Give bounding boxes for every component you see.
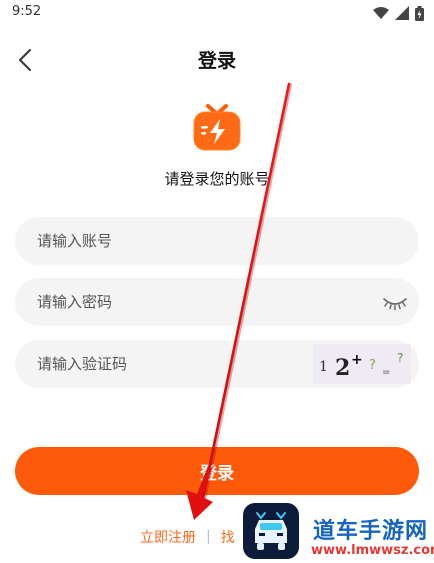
page-title: 登录 [197,50,236,72]
battery-icon [415,5,424,21]
tv-logo-icon [193,104,241,151]
svg-text:=: = [382,367,390,378]
watermark-name: 道车手游网 [313,519,429,544]
password-input[interactable] [37,278,307,326]
eye-closed-icon [383,298,407,311]
forgot-link[interactable]: 找 [221,527,235,547]
bottom-links: 立即注册 | 找 [140,527,235,547]
account-input[interactable] [37,217,307,265]
password-field [15,278,419,326]
svg-text:2: 2 [335,355,350,381]
captcha-graphic: 1 2 + ? = ? [319,351,403,381]
nav-bar: 登录 [0,40,434,80]
wifi-icon [373,7,389,19]
svg-text:?: ? [369,358,376,373]
svg-text:?: ? [397,351,403,365]
code-field: 1 2 + ? = ? [15,340,419,388]
svg-text:1: 1 [319,359,328,375]
status-time: 9:52 [12,4,42,19]
link-separator: | [206,529,211,545]
status-icons [373,5,424,21]
login-button[interactable]: 登录 [15,447,419,495]
status-bar: 9:52 [0,0,434,26]
register-link[interactable]: 立即注册 [140,527,196,547]
watermark-url: www.lmwwsz.com [311,543,434,558]
watermark: 道车手游网 www.lmwwsz.com [243,503,434,563]
svg-text:+: + [351,352,363,368]
captcha-image[interactable]: 1 2 + ? = ? [313,344,411,384]
signal-icon [395,6,409,20]
car-icon [243,503,299,559]
code-input[interactable] [37,340,307,388]
password-visibility-toggle[interactable] [381,290,409,314]
account-field [15,217,419,265]
login-subtitle: 请登录您的账号 [164,170,270,188]
